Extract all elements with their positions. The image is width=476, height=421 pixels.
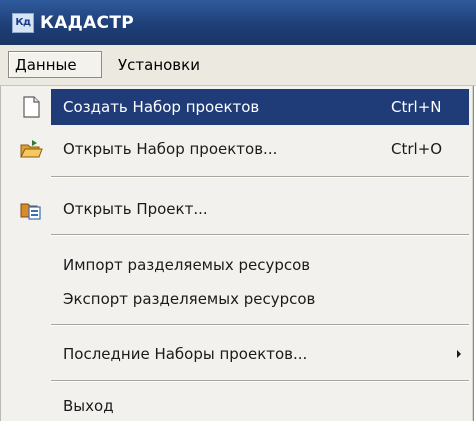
menu-item-label: Последние Наборы проектов... (63, 345, 308, 363)
menu-item-label: Открыть Набор проектов... (63, 140, 278, 158)
submenu-arrow-icon (457, 350, 461, 358)
menu-separator (51, 380, 469, 382)
menu-separator (51, 324, 469, 326)
open-folder-icon (19, 138, 43, 160)
window-title: КАДАСТР (40, 12, 134, 33)
menu-item-recent-project-sets[interactable]: Последние Наборы проектов... (1, 335, 469, 373)
menu-item-label: Открыть Проект... (63, 200, 208, 218)
menu-bar: Данные Установки (0, 45, 476, 86)
menu-item-label: Выход (63, 397, 114, 415)
menu-item-label: Импорт разделяемых ресурсов (63, 256, 311, 274)
menu-item-label: Создать Набор проектов (63, 98, 260, 116)
menu-item-export-shared-resources[interactable]: Экспорт разделяемых ресурсов (1, 280, 469, 318)
menu-settings[interactable]: Установки (112, 51, 206, 78)
menu-item-open-project-set[interactable]: Открыть Набор проектов... Ctrl+O (1, 130, 469, 168)
app-window: Кд КАДАСТР Данные Установки Создать Набо… (0, 0, 476, 421)
menu-item-label: Экспорт разделяемых ресурсов (63, 290, 316, 308)
data-menu-dropdown: Создать Набор проектов Ctrl+N Открыть На… (0, 86, 474, 421)
menu-separator (51, 234, 469, 236)
menu-item-import-shared-resources[interactable]: Импорт разделяемых ресурсов (1, 246, 469, 284)
app-logo-icon: Кд (12, 12, 34, 33)
menu-item-shortcut: Ctrl+N (391, 98, 442, 116)
menu-data[interactable]: Данные (8, 51, 102, 78)
title-bar: Кд КАДАСТР (0, 0, 476, 45)
menu-item-shortcut: Ctrl+O (391, 140, 443, 158)
menu-item-create-project-set[interactable]: Создать Набор проектов Ctrl+N (1, 88, 469, 126)
menu-item-open-project[interactable]: Открыть Проект... (1, 190, 469, 228)
new-document-icon (19, 96, 43, 118)
open-project-icon (19, 198, 43, 220)
menu-separator (51, 176, 469, 178)
menu-item-exit[interactable]: Выход (1, 387, 469, 421)
